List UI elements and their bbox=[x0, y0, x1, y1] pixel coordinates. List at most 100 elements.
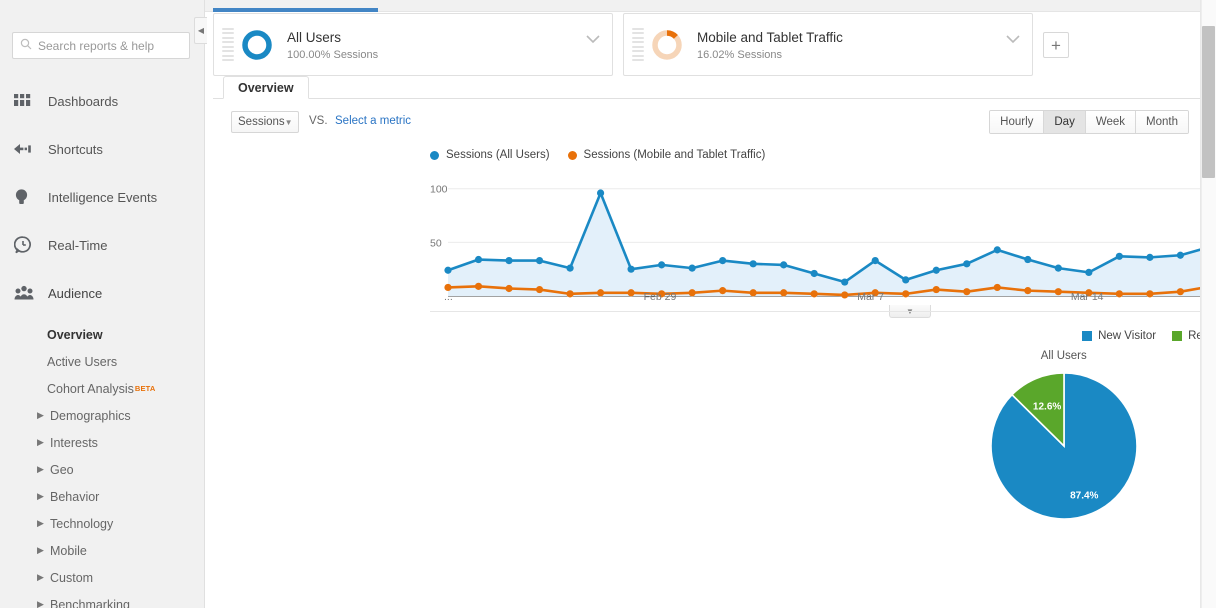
data-point bbox=[566, 265, 573, 272]
sidebar-subitem-demographics[interactable]: ▶Demographics bbox=[47, 402, 204, 429]
sidebar-subitem-label: Geo bbox=[50, 463, 74, 477]
pie-chart-all-users[interactable]: 87.4%12.6% bbox=[950, 366, 1178, 526]
sidebar-subitem-label: Technology bbox=[50, 517, 113, 531]
scrollbar-thumb[interactable] bbox=[1202, 26, 1215, 178]
sidebar-item-intelligence-events[interactable]: Intelligence Events bbox=[0, 173, 204, 221]
segment-title: All Users bbox=[287, 29, 378, 46]
page-scrollbar[interactable] bbox=[1201, 0, 1216, 608]
drag-handle-icon[interactable] bbox=[222, 28, 234, 62]
sidebar-subitem-behavior[interactable]: ▶Behavior bbox=[47, 483, 204, 510]
drag-handle-icon[interactable] bbox=[632, 28, 644, 62]
chevron-right-icon: ▶ bbox=[37, 492, 46, 501]
pie-svg: 87.4%12.6% bbox=[984, 366, 1144, 526]
analytics-overview-page: Dashboards Shortcuts bbox=[0, 0, 1216, 608]
data-point bbox=[994, 284, 1001, 291]
legend-swatch bbox=[568, 151, 577, 160]
sidebar-item-label: Dashboards bbox=[42, 94, 118, 109]
sidebar-subitem-benchmarking[interactable]: ▶Benchmarking bbox=[47, 591, 204, 608]
sidebar-subitem-interests[interactable]: ▶Interests bbox=[47, 429, 204, 456]
sidebar-subitem-label: Interests bbox=[50, 436, 98, 450]
granularity-button-group: Hourly DayWeekMonth bbox=[989, 110, 1189, 134]
pie-titles: All Users Mobile and Tablet Traffic bbox=[950, 350, 1216, 362]
metric-select[interactable]: Sessions ▼ bbox=[231, 111, 299, 133]
sidebar-subitem-cohort-analysis[interactable]: Cohort AnalysisBETA bbox=[47, 375, 204, 402]
sidebar-item-dashboards[interactable]: Dashboards bbox=[0, 77, 204, 125]
add-segment-button[interactable]: + bbox=[1043, 32, 1069, 58]
clock-bubble-icon bbox=[14, 234, 42, 256]
data-point bbox=[1085, 269, 1092, 276]
data-point bbox=[994, 246, 1001, 253]
arrow-dashed-icon bbox=[14, 138, 42, 160]
legend-item-all-users[interactable]: Sessions (All Users) bbox=[430, 149, 550, 161]
people-icon bbox=[14, 282, 42, 304]
tab-label: Overview bbox=[238, 81, 294, 95]
line-chart-svg: 50100 bbox=[430, 170, 1216, 302]
sidebar-subitem-technology[interactable]: ▶Technology bbox=[47, 510, 204, 537]
sidebar-item-audience[interactable]: Audience bbox=[0, 269, 204, 317]
sidebar-item-label: Real-Time bbox=[42, 238, 107, 253]
data-point bbox=[780, 261, 787, 268]
sidebar-item-real-time[interactable]: Real-Time bbox=[0, 221, 204, 269]
granularity-day[interactable]: Day bbox=[1044, 111, 1085, 133]
data-point bbox=[627, 266, 634, 273]
data-point bbox=[719, 257, 726, 264]
segment-donut-icon bbox=[240, 28, 274, 62]
granularity-month[interactable]: Month bbox=[1136, 111, 1188, 133]
collapse-chevron-icon: ◀ bbox=[198, 26, 204, 35]
search-input[interactable] bbox=[38, 39, 182, 53]
search-box[interactable] bbox=[12, 32, 190, 59]
x-axis-tick-label: Feb 29 bbox=[644, 291, 677, 303]
chevron-right-icon: ▶ bbox=[37, 573, 46, 582]
data-point bbox=[444, 267, 451, 274]
sidebar-subitem-geo[interactable]: ▶Geo bbox=[47, 456, 204, 483]
select-a-metric-link[interactable]: Select a metric bbox=[335, 115, 411, 127]
x-axis-tick-label: Mar 7 bbox=[857, 291, 884, 303]
sidebar-subitem-label: Behavior bbox=[50, 490, 99, 504]
segment-title: Mobile and Tablet Traffic bbox=[697, 29, 843, 46]
segment-all-users[interactable]: All Users 100.00% Sessions bbox=[213, 13, 613, 76]
active-tab-indicator bbox=[213, 8, 378, 12]
segment-mobile-tablet-traffic[interactable]: Mobile and Tablet Traffic 16.02% Session… bbox=[623, 13, 1033, 76]
sidebar-subitem-overview[interactable]: Overview bbox=[47, 321, 204, 348]
segment-subtitle: 16.02% Sessions bbox=[697, 49, 843, 61]
legend-item-new-visitor[interactable]: New Visitor bbox=[1082, 330, 1156, 342]
granularity-week[interactable]: Week bbox=[1086, 111, 1136, 133]
sidebar-subitem-custom[interactable]: ▶Custom bbox=[47, 564, 204, 591]
sidebar-subitem-active-users[interactable]: Active Users bbox=[47, 348, 204, 375]
tab-overview[interactable]: Overview bbox=[223, 76, 309, 99]
chevron-right-icon: ▶ bbox=[37, 546, 46, 555]
sessions-line-chart[interactable]: 50100 bbox=[430, 170, 1216, 302]
chevron-down-icon[interactable] bbox=[1006, 32, 1020, 47]
data-point bbox=[963, 260, 970, 267]
legend-item-mobile-tablet[interactable]: Sessions (Mobile and Tablet Traffic) bbox=[568, 149, 766, 161]
data-point bbox=[902, 276, 909, 283]
data-point bbox=[933, 267, 940, 274]
audience-subnav: OverviewActive UsersCohort AnalysisBETA▶… bbox=[0, 317, 204, 608]
sidebar-subitem-mobile[interactable]: ▶Mobile bbox=[47, 537, 204, 564]
data-point bbox=[505, 257, 512, 264]
sidebar-item-label: Audience bbox=[42, 286, 102, 301]
data-point bbox=[841, 278, 848, 285]
sidebar-collapse-button[interactable]: ◀ bbox=[194, 17, 207, 44]
chevron-right-icon: ▶ bbox=[37, 600, 46, 608]
vs-label: VS. bbox=[309, 115, 328, 127]
metric-cards-panel: SessionsAll Users699Mobile and Tablet Tr… bbox=[423, 333, 939, 608]
legend-label: Sessions (Mobile and Tablet Traffic) bbox=[584, 149, 766, 161]
pie-title-all-users: All Users bbox=[950, 350, 1178, 362]
data-point bbox=[689, 265, 696, 272]
data-point bbox=[475, 256, 482, 263]
granularity-hourly[interactable]: Hourly bbox=[990, 111, 1044, 133]
chevron-down-icon: ▼ bbox=[285, 118, 293, 127]
pie-graphs: 87.4%12.6%81.3%18.8% bbox=[950, 366, 1216, 526]
data-point bbox=[597, 189, 604, 196]
segment-bar: All Users 100.00% Sessions bbox=[213, 13, 1206, 76]
y-axis-tick-label: 50 bbox=[430, 237, 442, 249]
main-content: All Users 100.00% Sessions bbox=[205, 0, 1216, 608]
chevron-down-icon[interactable] bbox=[586, 32, 600, 47]
x-axis-tick-label: ... bbox=[444, 291, 453, 303]
legend-swatch bbox=[1082, 331, 1092, 341]
data-point bbox=[872, 257, 879, 264]
granularity-label: Hourly bbox=[1000, 116, 1033, 128]
sidebar-item-shortcuts[interactable]: Shortcuts bbox=[0, 125, 204, 173]
search-icon bbox=[20, 38, 32, 53]
